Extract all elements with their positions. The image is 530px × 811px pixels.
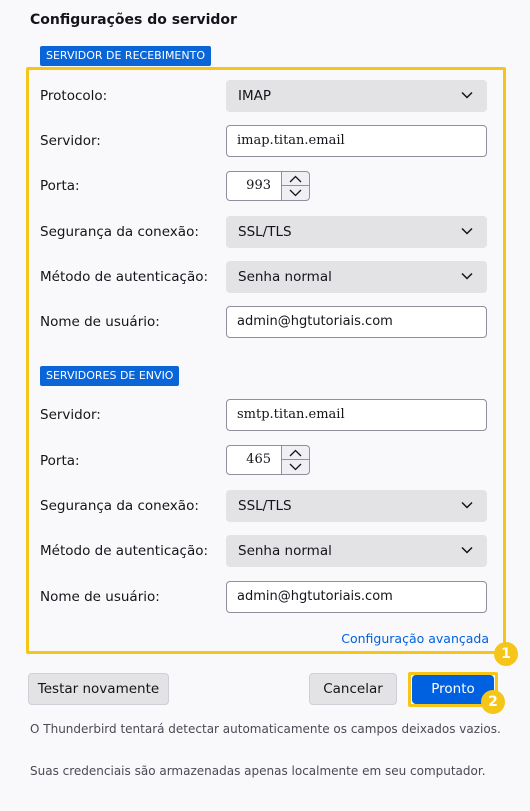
outgoing-server-label: Servidor: <box>40 407 101 423</box>
outgoing-security-select[interactable]: SSL/TLS <box>226 490 487 522</box>
incoming-security-label: Segurança da conexão: <box>40 224 199 240</box>
incoming-server-label: Servidor: <box>40 133 101 149</box>
incoming-server-input[interactable]: imap.titan.email <box>226 125 487 157</box>
incoming-auth-label: Método de autenticação: <box>40 269 209 285</box>
outgoing-security-value: SSL/TLS <box>238 498 292 514</box>
incoming-port-label: Porta: <box>40 178 80 194</box>
increment-button[interactable] <box>282 446 309 460</box>
outgoing-security-label: Segurança da conexão: <box>40 498 199 514</box>
outgoing-port-stepper[interactable]: 465 <box>226 445 310 475</box>
outgoing-auth-value: Senha normal <box>238 543 332 559</box>
chevron-down-icon <box>461 546 473 554</box>
chevron-down-icon <box>289 463 302 471</box>
chevron-up-icon <box>289 175 302 183</box>
incoming-auth-value: Senha normal <box>238 269 332 285</box>
outgoing-section-badge: SERVIDORES DE ENVIO <box>40 366 180 386</box>
incoming-security-value: SSL/TLS <box>238 224 292 240</box>
outgoing-username-input[interactable]: admin@hgtutoriais.com <box>226 581 487 613</box>
incoming-security-select[interactable]: SSL/TLS <box>226 216 487 248</box>
incoming-port-stepper[interactable]: 993 <box>226 171 310 201</box>
decrement-button[interactable] <box>282 186 309 200</box>
autodetect-note: O Thunderbird tentará detectar automatic… <box>30 722 501 736</box>
outgoing-auth-select[interactable]: Senha normal <box>226 535 487 567</box>
outgoing-port-spinner[interactable] <box>281 445 310 475</box>
incoming-port-spinner[interactable] <box>281 171 310 201</box>
outgoing-port-label: Porta: <box>40 453 80 469</box>
annotation-badge-2: 2 <box>481 690 505 714</box>
chevron-down-icon <box>461 227 473 235</box>
chevron-down-icon <box>461 91 473 99</box>
outgoing-auth-label: Método de autenticação: <box>40 543 209 559</box>
protocol-select-value: IMAP <box>238 88 272 104</box>
credentials-note: Suas credenciais são armazenadas apenas … <box>30 764 486 778</box>
retest-button[interactable]: Testar novamente <box>28 673 169 705</box>
outgoing-port-input[interactable]: 465 <box>226 445 282 475</box>
protocol-label: Protocolo: <box>40 88 108 104</box>
outgoing-server-input[interactable]: smtp.titan.email <box>226 399 487 431</box>
decrement-button[interactable] <box>282 460 309 474</box>
page-title: Configurações do servidor <box>30 12 237 28</box>
outgoing-username-label: Nome de usuário: <box>40 589 160 605</box>
incoming-auth-select[interactable]: Senha normal <box>226 261 487 293</box>
incoming-username-label: Nome de usuário: <box>40 314 160 330</box>
chevron-down-icon <box>461 272 473 280</box>
cancel-button[interactable]: Cancelar <box>309 673 397 705</box>
increment-button[interactable] <box>282 172 309 186</box>
incoming-port-input[interactable]: 993 <box>226 171 282 201</box>
chevron-down-icon <box>461 501 473 509</box>
chevron-down-icon <box>289 189 302 197</box>
incoming-username-input[interactable]: admin@hgtutoriais.com <box>226 306 487 338</box>
incoming-section-badge: SERVIDOR DE RECEBIMENTO <box>40 46 211 66</box>
protocol-select[interactable]: IMAP <box>226 80 487 112</box>
chevron-up-icon <box>289 449 302 457</box>
annotation-badge-1: 1 <box>494 642 518 666</box>
advanced-config-link[interactable]: Configuração avançada <box>341 631 489 646</box>
